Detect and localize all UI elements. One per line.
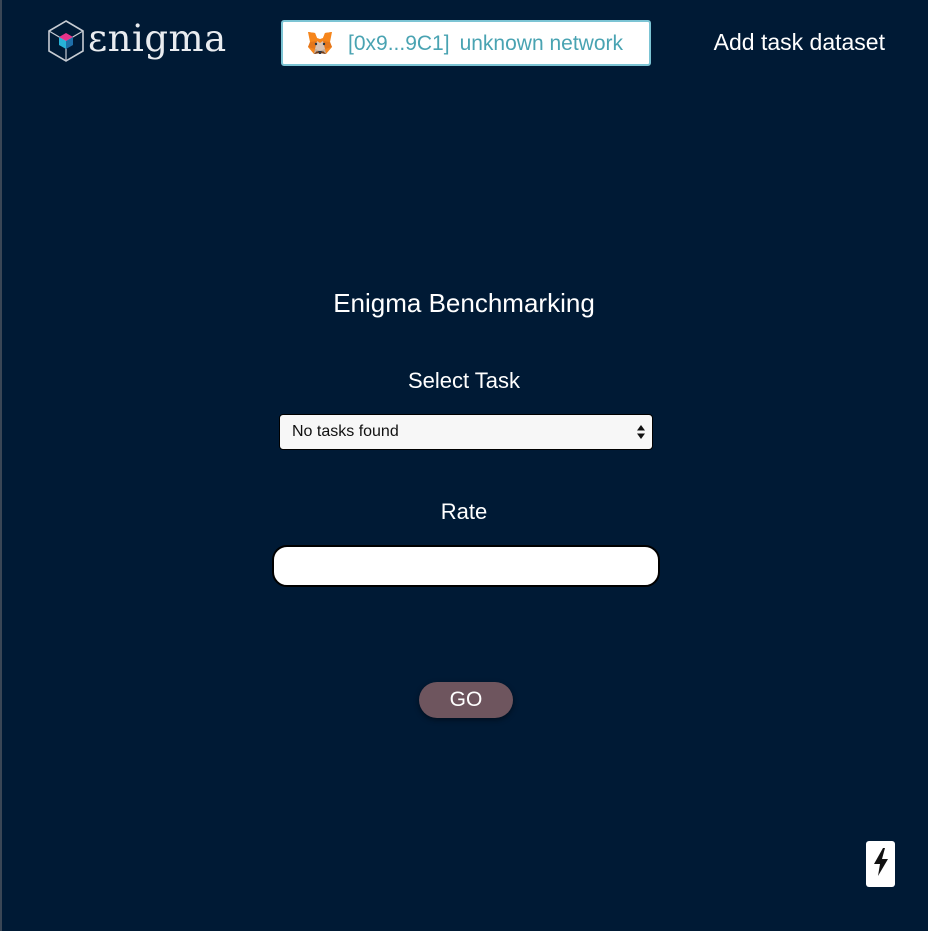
window-edge [0, 0, 2, 931]
add-task-dataset-link[interactable]: Add task dataset [714, 29, 885, 56]
metamask-fox-icon [283, 29, 348, 57]
rate-label: Rate [440, 499, 488, 524]
enigma-logo[interactable]: ɛnigma [48, 20, 227, 62]
task-select[interactable]: No tasks found [279, 414, 653, 450]
logo-text: ɛnigma [88, 16, 227, 60]
wallet-status[interactable]: [0x9...9C1] unknown network [281, 20, 651, 66]
wallet-address: [0x9...9C1] [348, 31, 450, 55]
page-title: Enigma Benchmarking [333, 288, 595, 318]
floating-action-button[interactable] [866, 841, 895, 887]
task-select-value: No tasks found [292, 423, 399, 440]
rate-input[interactable] [272, 545, 660, 587]
select-task-label: Select Task [407, 368, 521, 393]
enigma-cube-icon [48, 20, 84, 62]
go-button[interactable]: GO [419, 682, 513, 718]
wallet-network: unknown network [459, 31, 623, 55]
lightning-bolt-icon [873, 847, 889, 881]
